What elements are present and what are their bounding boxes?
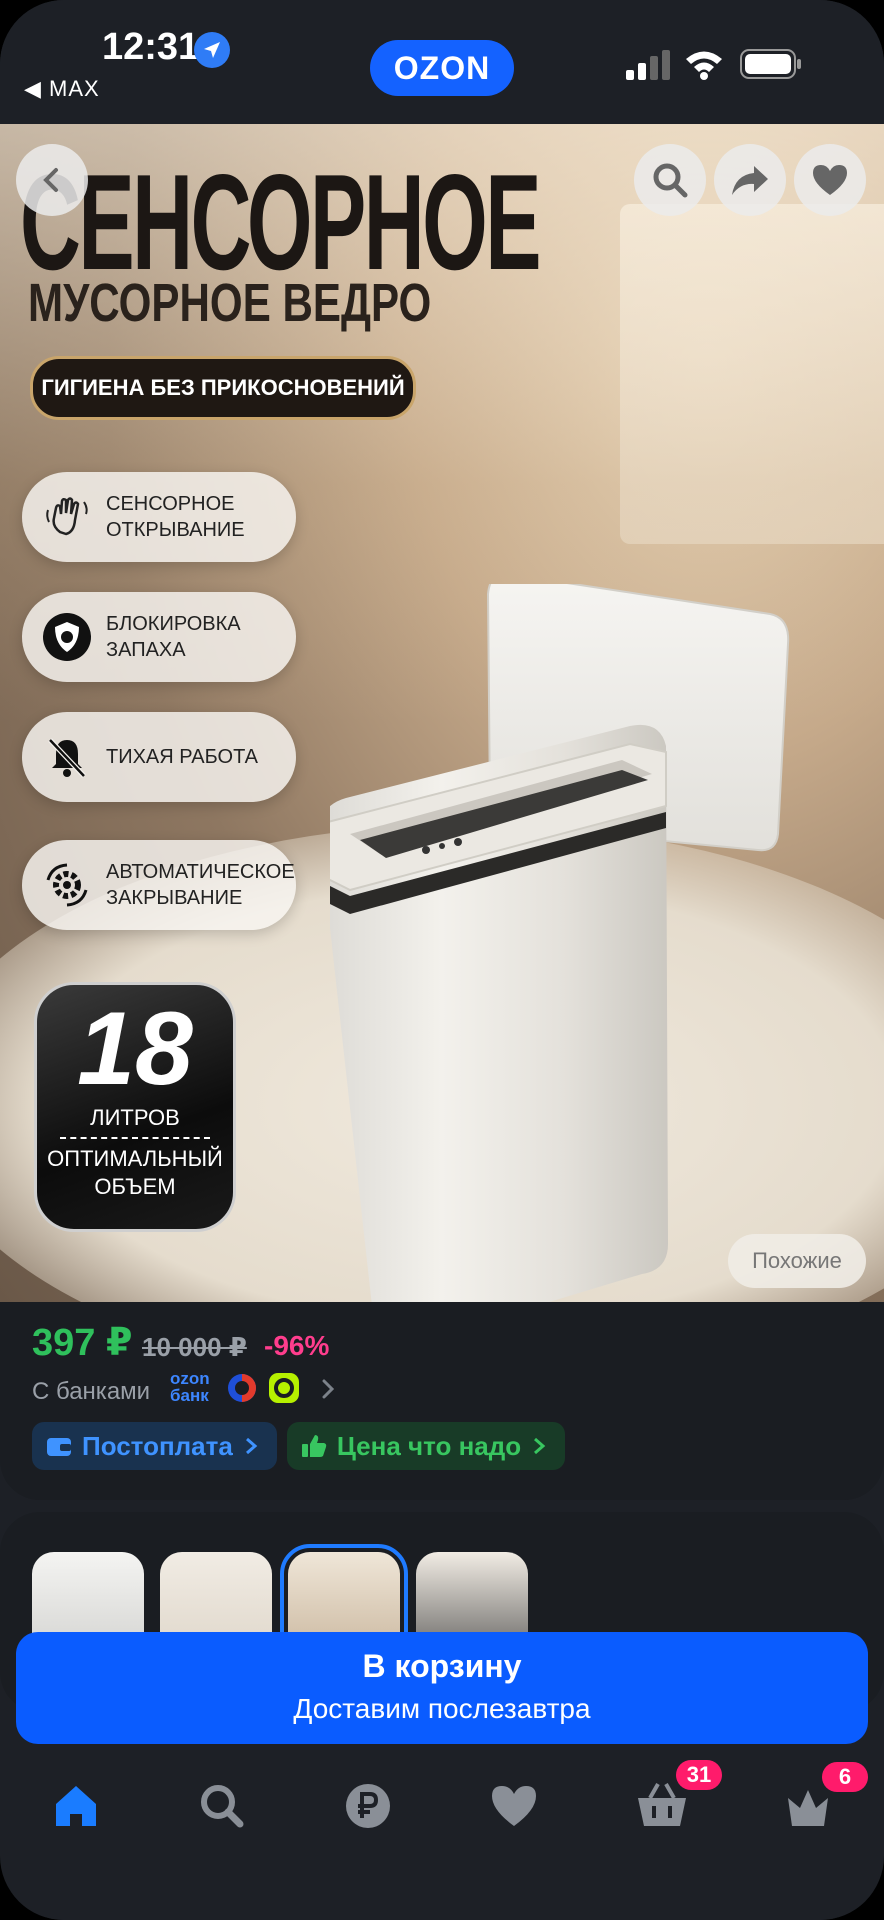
cart-count-badge: 31 [676,1760,722,1790]
shield-virus-icon [43,613,91,661]
chip-label: Постоплата [82,1430,233,1461]
ozon-bank-logo: ozon банк [170,1369,210,1405]
phone-screen: 12:31 ◀ MAX OZON СЕНСОРНОЕ МУСОРНОЕ ВЕДР… [0,0,884,1920]
ozon-logo: OZON [370,40,514,96]
feature-label: ЗАКРЫВАНИЕ [106,887,243,909]
feature-label: АВТОМАТИЧЕСКОЕ [106,861,295,883]
wallet-icon [47,1438,71,1456]
back-button[interactable] [16,144,88,216]
search-icon[interactable] [192,1776,252,1836]
promo-chips: Постоплата Цена что надо [32,1422,566,1470]
similar-products-button[interactable]: Похожие [728,1234,866,1288]
chevron-left-icon [43,168,58,192]
chevron-right-icon[interactable] [318,1378,338,1400]
feature-label: БЛОКИРОВКА [106,613,241,635]
bottom-tab-bar: 31 6 [0,1760,884,1872]
home-icon[interactable] [46,1776,106,1836]
hand-wave-icon [46,497,88,536]
discount-badge: -96% [264,1330,330,1361]
share-arrow-icon [732,166,768,195]
feature-label: ТИХАЯ РАБОТА [106,746,258,768]
feature-touch-open: СЕНСОРНОЕ ОТКРЫВАНИЕ [22,472,296,562]
auto-gear-icon [46,863,88,907]
current-price: 397 ₽ [32,1322,133,1364]
favorite-button[interactable] [794,144,866,216]
price-card: 397 ₽ 10 000 ₽ -96% С банками ozon банк … [0,1302,884,1500]
feature-auto-close: АВТОМАТИЧЕСКОЕ ЗАКРЫВАНИЕ [22,840,296,930]
banks-label[interactable]: С банками [32,1378,150,1406]
tagline-pill: ГИГИЕНА БЕЗ ПРИКОСНОВЕНИЙ [30,356,416,420]
feature-label: СЕНСОРНОЕ [106,493,235,515]
wifi-icon [686,51,722,80]
volume-desc: ОБЪЕМ [94,1174,176,1199]
battery-icon [740,49,801,79]
ruble-finance-icon[interactable] [338,1776,398,1836]
feature-silent: ТИХАЯ РАБОТА [22,712,296,802]
chevron-right-icon [245,1437,258,1455]
thumbs-up-icon [301,1435,327,1457]
feature-odor-block: БЛОКИРОВКА ЗАПАХА [22,592,296,682]
postpay-chip[interactable]: Постоплата [32,1422,277,1470]
volume-badge: 18 ЛИТРОВ ОПТИМАЛЬНЫЙ ОБЪЕМ [34,982,236,1232]
old-price: 10 000 ₽ [142,1332,247,1362]
add-to-cart-button[interactable]: В корзину Доставим послезавтра [16,1632,868,1744]
cart-button-label: В корзину [362,1648,522,1684]
fair-price-chip[interactable]: Цена что надо [286,1422,566,1470]
orders-count-badge: 6 [822,1762,868,1792]
feature-label: ЗАПАХА [106,639,186,661]
status-bar: 12:31 ◀ MAX OZON [0,0,884,124]
delivery-label: Доставим послезавтра [293,1693,591,1724]
cellular-signal-icon [626,50,670,80]
image-title: СЕНСОРНОЕ [20,146,542,298]
bank-logo-icon [228,1374,256,1402]
feature-label: ОТКРЫВАНИЕ [106,519,245,541]
heart-icon [813,165,847,195]
trash-bin-illustration [330,584,790,1302]
image-subtitle: МУСОРНОЕ ВЕДРО [28,273,432,333]
heart-icon[interactable] [484,1776,544,1836]
share-button[interactable] [714,144,786,216]
volume-number: 18 [77,991,193,1107]
volume-desc: ОПТИМАЛЬНЫЙ [47,1146,223,1171]
search-button[interactable] [634,144,706,216]
bell-off-icon [48,738,86,778]
bank-logo-icon [269,1373,299,1403]
chevron-right-icon [534,1437,546,1455]
volume-unit: ЛИТРОВ [90,1105,180,1130]
search-icon [653,163,688,198]
location-arrow-icon [194,32,230,68]
home-indicator-area [0,1892,884,1920]
product-image[interactable]: СЕНСОРНОЕ МУСОРНОЕ ВЕДРО ГИГИЕНА БЕЗ ПРИ… [0,124,884,1302]
clock: 12:31 [102,26,200,68]
chip-label: Цена что надо [336,1430,522,1461]
back-to-app-link[interactable]: ◀ MAX [24,76,100,102]
